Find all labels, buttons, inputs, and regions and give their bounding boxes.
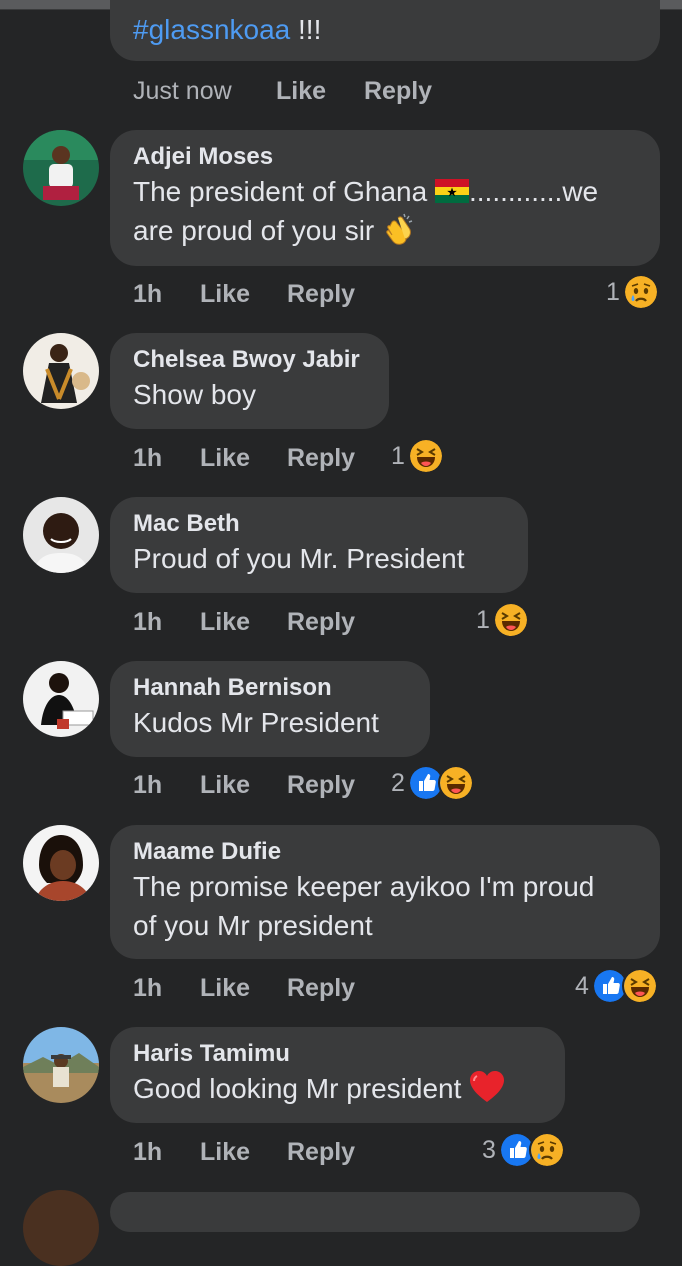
avatar[interactable] — [23, 497, 99, 573]
comment-bubble: Hannah Bernison Kudos Mr President — [110, 661, 430, 757]
reaction-count: 4 — [575, 971, 589, 1000]
avatar[interactable] — [23, 1190, 99, 1266]
comment-timestamp: 1h — [133, 444, 163, 472]
sad-icon — [528, 1132, 565, 1168]
comment-timestamp: 1h — [133, 1138, 163, 1166]
reaction-count: 1 — [476, 605, 490, 634]
avatar[interactable] — [23, 333, 99, 409]
reaction-summary[interactable]: 3 — [482, 1132, 565, 1168]
comment-timestamp: 1h — [133, 974, 163, 1002]
avatar[interactable] — [23, 661, 99, 737]
author-name[interactable]: Hannah Bernison — [133, 673, 408, 703]
reply-button[interactable]: Reply — [364, 75, 432, 107]
like-button[interactable]: Like — [200, 442, 250, 474]
comment-actions: Just now Like Reply — [133, 75, 533, 107]
reaction-summary[interactable]: 1 — [476, 602, 529, 638]
comment-bubble: Adjei Moses The president of Ghana .....… — [110, 130, 660, 266]
comment-text-part: ............we — [468, 176, 599, 207]
comment-text: The president of Ghana ............we ar… — [133, 172, 638, 250]
comment-text: Show boy — [133, 379, 256, 410]
clapping-hands-icon — [382, 212, 416, 246]
comment-text: Proud of you Mr. President — [133, 543, 465, 574]
comment-actions: 1h Like Reply — [133, 442, 433, 474]
comment-text-suffix: !!! — [290, 14, 322, 45]
comment-actions: 1h Like Reply — [133, 769, 433, 801]
comment-timestamp: 1h — [133, 280, 163, 308]
reaction-summary[interactable]: 1 — [606, 274, 659, 310]
comment-bubble: Haris Tamimu Good looking Mr president — [110, 1027, 565, 1123]
author-name[interactable]: Mac Beth — [133, 509, 506, 539]
author-name[interactable]: Adjei Moses — [133, 142, 638, 172]
author-name[interactable]: Haris Tamimu — [133, 1039, 543, 1069]
comment-text: Good looking Mr president — [133, 1069, 543, 1108]
comment-bubble: Mac Beth Proud of you Mr. President — [110, 497, 528, 593]
reaction-count: 1 — [606, 277, 620, 306]
hashtag-link[interactable]: #glassnkoaa — [133, 14, 290, 45]
red-heart-icon — [469, 1070, 505, 1104]
author-name[interactable]: Maame Dufie — [133, 837, 638, 867]
like-button[interactable]: Like — [200, 769, 250, 801]
haha-icon — [621, 968, 658, 1004]
reply-button[interactable]: Reply — [287, 1136, 355, 1168]
comment-timestamp: Just now — [133, 77, 232, 105]
reply-button[interactable]: Reply — [287, 606, 355, 638]
comment-text: The promise keeper ayikoo I'm proud of y… — [133, 867, 638, 945]
comment-bubble-partial: #glassnkoaa !!! — [110, 0, 660, 61]
reaction-summary[interactable]: 2 — [391, 765, 474, 801]
reply-button[interactable]: Reply — [287, 278, 355, 310]
like-button[interactable]: Like — [200, 606, 250, 638]
comment-text-part: are proud of you sir — [133, 215, 383, 246]
like-button[interactable]: Like — [200, 278, 250, 310]
like-button[interactable]: Like — [200, 972, 250, 1004]
like-button[interactable]: Like — [276, 75, 326, 107]
reply-button[interactable]: Reply — [287, 769, 355, 801]
sad-icon — [622, 274, 659, 310]
comment-bubble: Maame Dufie The promise keeper ayikoo I'… — [110, 825, 660, 959]
comment-actions: 1h Like Reply — [133, 972, 433, 1004]
comment-text-part: The president of Ghana — [133, 176, 435, 207]
comment-actions: 1h Like Reply — [133, 278, 433, 310]
haha-icon — [437, 765, 474, 801]
comment-timestamp: 1h — [133, 771, 163, 799]
avatar[interactable] — [23, 1027, 99, 1103]
avatar[interactable] — [23, 130, 99, 206]
reply-button[interactable]: Reply — [287, 442, 355, 474]
comment-bubble: Chelsea Bwoy Jabir Show boy — [110, 333, 389, 429]
author-name[interactable]: Chelsea Bwoy Jabir — [133, 345, 367, 375]
comment-bubble-partial — [110, 1192, 640, 1232]
reaction-count: 1 — [391, 441, 405, 470]
comment-actions: 1h Like Reply — [133, 606, 433, 638]
comment-actions: 1h Like Reply — [133, 1136, 433, 1168]
reaction-summary[interactable]: 4 — [575, 968, 658, 1004]
reply-button[interactable]: Reply — [287, 972, 355, 1004]
comment-text-part: The promise keeper ayikoo I'm proud — [133, 871, 595, 902]
haha-icon — [492, 602, 529, 638]
comment-text: #glassnkoaa !!! — [133, 10, 638, 49]
reaction-count: 2 — [391, 768, 405, 797]
comment-text-part: Good looking Mr president — [133, 1073, 470, 1104]
ghana-flag-icon — [435, 179, 469, 203]
like-button[interactable]: Like — [200, 1136, 250, 1168]
comment-timestamp: 1h — [133, 608, 163, 636]
haha-icon — [407, 438, 444, 474]
reaction-summary[interactable]: 1 — [391, 438, 444, 474]
comment-text-part: of you Mr president — [133, 910, 373, 941]
comment-text: Kudos Mr President — [133, 707, 379, 738]
reaction-count: 3 — [482, 1135, 496, 1164]
avatar[interactable] — [23, 825, 99, 901]
